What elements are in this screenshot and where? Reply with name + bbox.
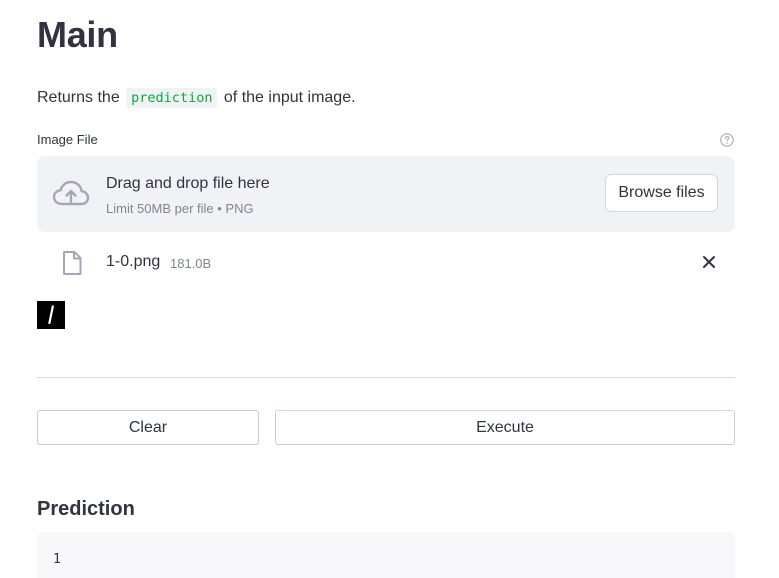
close-icon xyxy=(703,256,715,268)
dropzone-title: Drag and drop file here xyxy=(106,175,270,192)
dropzone-limit-text: Limit 50MB per file • PNG xyxy=(106,201,254,216)
file-icon xyxy=(63,251,82,275)
description-code: prediction xyxy=(126,88,218,108)
prediction-value: 1 xyxy=(53,552,61,567)
execute-button[interactable]: Execute xyxy=(275,410,735,445)
uploaded-file-size: 181.0B xyxy=(170,256,212,271)
question-circle-icon[interactable] xyxy=(720,133,734,147)
page-title: Main xyxy=(37,14,118,55)
browse-files-button[interactable]: Browse files xyxy=(605,174,718,212)
section-divider xyxy=(37,377,735,378)
description-text-start: Returns the xyxy=(37,89,120,106)
page-description: Returns the prediction of the input imag… xyxy=(37,86,356,110)
prediction-output: 1 xyxy=(37,532,735,578)
uploaded-file-name: 1-0.png xyxy=(106,253,161,270)
uploaded-file-row: 1-0.png 181.0B xyxy=(37,244,735,280)
image-file-label: Image File xyxy=(37,132,98,147)
cloud-upload-icon xyxy=(52,180,90,206)
remove-file-button[interactable] xyxy=(699,252,719,272)
image-preview xyxy=(37,301,65,329)
app-page: Main Returns the prediction of the input… xyxy=(0,0,779,578)
description-text-end: of the input image. xyxy=(223,89,356,106)
clear-button[interactable]: Clear xyxy=(37,410,259,445)
file-dropzone[interactable]: Drag and drop file here Limit 50MB per f… xyxy=(37,156,735,232)
slash-stroke-image xyxy=(48,305,54,325)
prediction-title: Prediction xyxy=(37,498,135,520)
